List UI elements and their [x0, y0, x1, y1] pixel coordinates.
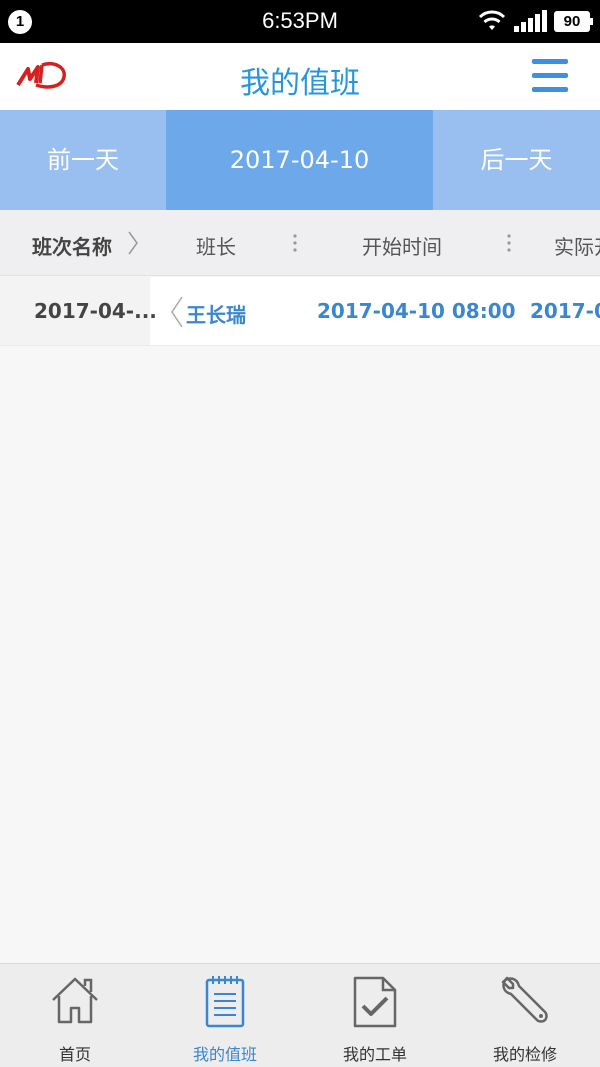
notepad-icon	[205, 976, 245, 1028]
cell-actual-time: 2017-0	[530, 299, 600, 323]
document-check-icon	[353, 976, 397, 1028]
status-time: 6:53PM	[262, 8, 338, 33]
cell-start-time: 2017-04-10 08:00	[317, 299, 516, 323]
wifi-icon	[478, 10, 506, 30]
nav-label-my-duty: 我的值班	[192, 1045, 257, 1064]
battery-icon: 90	[554, 11, 593, 32]
column-resize-handle-icon[interactable]	[292, 232, 298, 254]
home-icon	[52, 977, 98, 1024]
nav-label-my-maintenance: 我的检修	[492, 1045, 557, 1064]
signal-icon	[514, 10, 547, 32]
next-day-button[interactable]: 后一天	[433, 110, 600, 210]
nav-item-my-duty[interactable]: 我的值班	[150, 964, 300, 1067]
cell-leader: 王长瑞	[186, 303, 246, 327]
nav-item-my-maintenance[interactable]: 我的检修	[450, 964, 600, 1067]
wrench-icon	[501, 976, 548, 1023]
column-header-shift-name[interactable]: 班次名称	[32, 231, 112, 260]
nav-label-my-work-order: 我的工单	[342, 1045, 407, 1064]
table-header: 班次名称 班长 开始时间 实际开	[0, 210, 600, 276]
page-title: 我的值班	[240, 66, 360, 101]
column-resize-handle-icon[interactable]	[506, 232, 512, 254]
chevron-left-icon[interactable]	[170, 295, 184, 329]
date-navigation: 前一天 2017-04-10 后一天	[0, 110, 600, 210]
bottom-navigation: 首页 我的值班 我的工单 我的检修	[0, 963, 600, 1067]
app-header: 我的值班	[0, 43, 600, 110]
current-date[interactable]: 2017-04-10	[166, 110, 433, 210]
nav-item-my-work-order[interactable]: 我的工单	[300, 964, 450, 1067]
nav-label-home: 首页	[58, 1045, 91, 1064]
column-header-leader[interactable]: 班长	[196, 231, 236, 260]
menu-icon[interactable]	[532, 57, 568, 95]
cell-shift-name: 2017-04-...	[0, 277, 157, 345]
chevron-right-icon[interactable]	[127, 230, 139, 256]
column-header-start-time[interactable]: 开始时间	[362, 231, 442, 260]
table-row[interactable]: 2017-04-... 王长瑞 2017-04-10 08:00 2017-0	[0, 277, 600, 346]
column-header-actual-time[interactable]: 实际开	[554, 231, 600, 260]
prev-day-button[interactable]: 前一天	[0, 110, 166, 210]
status-bar: 1 6:53PM 90	[0, 0, 600, 43]
nav-item-home[interactable]: 首页	[0, 964, 150, 1067]
